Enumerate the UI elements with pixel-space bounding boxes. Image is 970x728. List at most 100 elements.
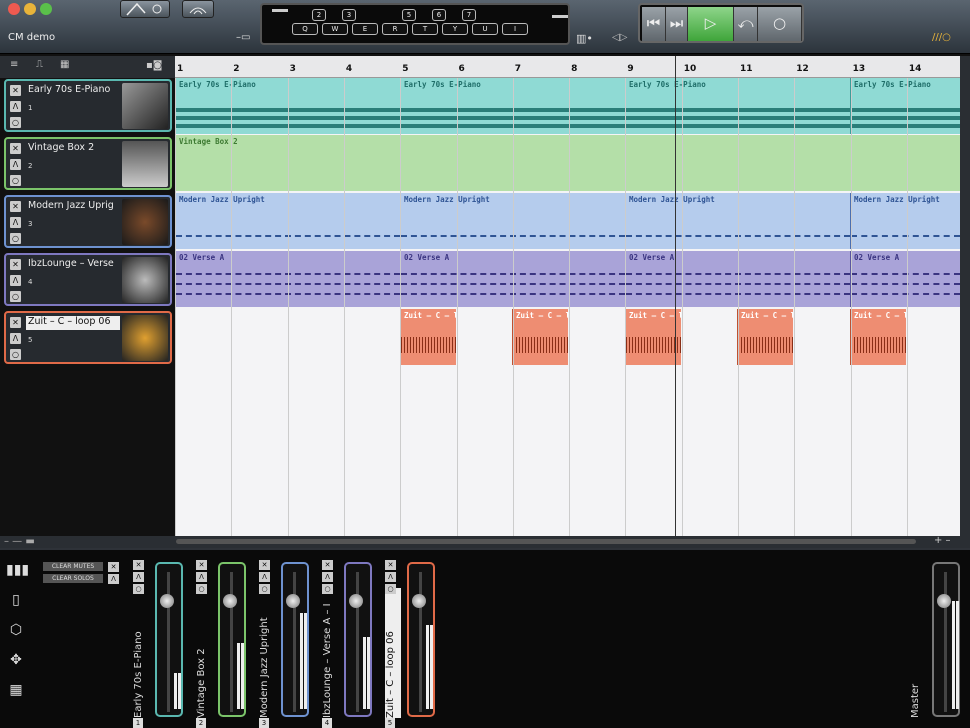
fader-knob[interactable] xyxy=(937,594,951,608)
keyboard-toggle-icon[interactable]: ▥• xyxy=(576,32,593,45)
zoom-level-icon[interactable]: – — ▬ xyxy=(4,536,35,547)
mixer-channel[interactable] xyxy=(155,562,183,717)
track-lock-icon[interactable]: –▭ xyxy=(236,32,250,43)
minimize-icon[interactable] xyxy=(24,3,36,15)
key-black[interactable]: 3 xyxy=(342,9,356,21)
grid-view-icon[interactable]: ▦ xyxy=(60,59,69,70)
zoom-in-icon[interactable]: + – xyxy=(934,535,951,546)
solo-button[interactable]: Λ xyxy=(259,572,270,582)
musical-typing-keyboard[interactable]: 2 3 5 6 7 Q W E R T Y U I xyxy=(260,3,570,45)
zoom-icon[interactable] xyxy=(40,3,52,15)
list-icon[interactable]: ≡ xyxy=(10,59,18,70)
record-arm-button[interactable]: ○ xyxy=(10,175,21,186)
automation-button[interactable] xyxy=(120,0,170,18)
close-icon[interactable] xyxy=(8,3,20,15)
playhead[interactable] xyxy=(675,56,676,536)
solo-button[interactable]: Λ xyxy=(10,217,21,228)
mute-button[interactable]: ✕ xyxy=(322,560,333,570)
cycle-button[interactable]: ⤺ xyxy=(734,7,758,41)
fader-knob[interactable] xyxy=(349,594,363,608)
key-white[interactable]: E xyxy=(352,23,378,35)
mute-button[interactable]: ✕ xyxy=(10,85,21,96)
mute-button[interactable]: ✕ xyxy=(259,560,270,570)
go-to-start-button[interactable]: ⏮ xyxy=(642,7,666,41)
record-arm-button[interactable]: ○ xyxy=(133,584,144,594)
key-black[interactable]: 2 xyxy=(312,9,326,21)
fader-knob[interactable] xyxy=(223,594,237,608)
mute-button[interactable]: ✕ xyxy=(196,560,207,570)
region[interactable]: Zuit – C – l xyxy=(400,309,456,365)
fader-knob[interactable] xyxy=(160,594,174,608)
play-button[interactable]: ▷ xyxy=(688,7,734,41)
record-arm-button[interactable]: ○ xyxy=(385,584,396,594)
key-white[interactable]: Y xyxy=(442,23,468,35)
faders-icon[interactable]: ▮▮▮ xyxy=(6,562,29,580)
key-black[interactable]: 6 xyxy=(432,9,446,21)
key-white[interactable]: Q xyxy=(292,23,318,35)
record-arm-button[interactable]: ○ xyxy=(259,584,270,594)
browser-icon[interactable]: ▯ xyxy=(6,592,26,610)
key-white[interactable]: U xyxy=(472,23,498,35)
track-header[interactable]: ✕ Λ ○ Vintage Box 2 2 xyxy=(4,137,172,190)
key-white[interactable]: I xyxy=(502,23,528,35)
region[interactable]: Zuit – C – l xyxy=(625,309,681,365)
mute-button[interactable]: ✕ xyxy=(10,259,21,270)
record-arm-button[interactable]: ○ xyxy=(10,233,21,244)
solo-button[interactable]: Λ xyxy=(196,572,207,582)
track-header[interactable]: ✕ Λ ○ Zuit – C – loop 06 5 xyxy=(4,311,172,364)
cube-icon[interactable]: ⬡ xyxy=(6,622,26,640)
mixer-channel[interactable] xyxy=(407,562,435,717)
solo-button[interactable]: Λ xyxy=(322,572,333,582)
horizontal-scrollbar[interactable] xyxy=(176,539,916,544)
record-arm-button[interactable]: ○ xyxy=(196,584,207,594)
key-black[interactable]: 7 xyxy=(462,9,476,21)
solo-all-icon[interactable]: Λ xyxy=(108,574,119,584)
go-to-end-button[interactable]: ⏭ xyxy=(666,7,688,41)
master-channel[interactable] xyxy=(932,562,960,717)
track-header[interactable]: ✕ Λ ○ IbzLounge – Verse 4 xyxy=(4,253,172,306)
region[interactable]: Zuit – C – l xyxy=(512,309,568,365)
mixer-channel[interactable] xyxy=(218,562,246,717)
solo-button[interactable]: Λ xyxy=(133,572,144,582)
zoom-bar[interactable]: – — ▬ + – xyxy=(0,535,970,548)
region[interactable]: Zuit – C – l xyxy=(850,309,906,365)
wifi-icon[interactable] xyxy=(182,0,214,18)
mute-button[interactable]: ✕ xyxy=(10,201,21,212)
key-white[interactable]: R xyxy=(382,23,408,35)
record-arm-button[interactable]: ○ xyxy=(10,117,21,128)
solo-button[interactable]: Λ xyxy=(10,101,21,112)
region[interactable]: Vintage Box 2 xyxy=(175,135,960,191)
mixer-channel[interactable] xyxy=(344,562,372,717)
vertical-scrollbar[interactable] xyxy=(960,56,970,536)
record-arm-button[interactable]: ○ xyxy=(322,584,333,594)
track-header[interactable]: ✕ Λ ○ Modern Jazz Uprig 3 xyxy=(4,195,172,248)
mute-button[interactable]: ✕ xyxy=(385,560,396,570)
solo-button[interactable]: Λ xyxy=(385,572,396,582)
mixer-channel[interactable] xyxy=(281,562,309,717)
mute-all-icon[interactable]: ✕ xyxy=(108,562,119,572)
mute-button[interactable]: ✕ xyxy=(133,560,144,570)
fader-knob[interactable] xyxy=(286,594,300,608)
track-header[interactable]: ✕ Λ ○ Early 70s E-Piano 1 xyxy=(4,79,172,132)
clear-solos-button[interactable]: CLEAR SOLOS xyxy=(43,574,103,583)
key-black[interactable]: 5 xyxy=(402,9,416,21)
record-arm-button[interactable]: ○ xyxy=(10,349,21,360)
snap-icon[interactable]: ⎍ xyxy=(36,59,43,70)
move-icon[interactable]: ✥ xyxy=(6,652,26,670)
solo-button[interactable]: Λ xyxy=(10,333,21,344)
key-white[interactable]: T xyxy=(412,23,438,35)
solo-button[interactable]: Λ xyxy=(10,275,21,286)
camera-icon[interactable]: ▪◙ xyxy=(146,60,162,71)
region[interactable]: 02 Verse A xyxy=(850,251,960,307)
region[interactable]: Modern Jazz Upright xyxy=(850,193,960,249)
mute-button[interactable]: ✕ xyxy=(10,143,21,154)
solo-button[interactable]: Λ xyxy=(10,159,21,170)
cycle-arrows-icon[interactable]: ◁▷ xyxy=(612,32,627,43)
fader-knob[interactable] xyxy=(412,594,426,608)
record-button[interactable]: ○ xyxy=(758,7,802,41)
region[interactable]: Early 70s E-Piano xyxy=(850,78,960,134)
clear-mutes-button[interactable]: CLEAR MUTES xyxy=(43,562,103,571)
mute-button[interactable]: ✕ xyxy=(10,317,21,328)
bar-ruler[interactable]: 1 2 3 4 5 6 7 8 9 10 11 12 13 14 xyxy=(175,56,960,78)
record-arm-button[interactable]: ○ xyxy=(10,291,21,302)
